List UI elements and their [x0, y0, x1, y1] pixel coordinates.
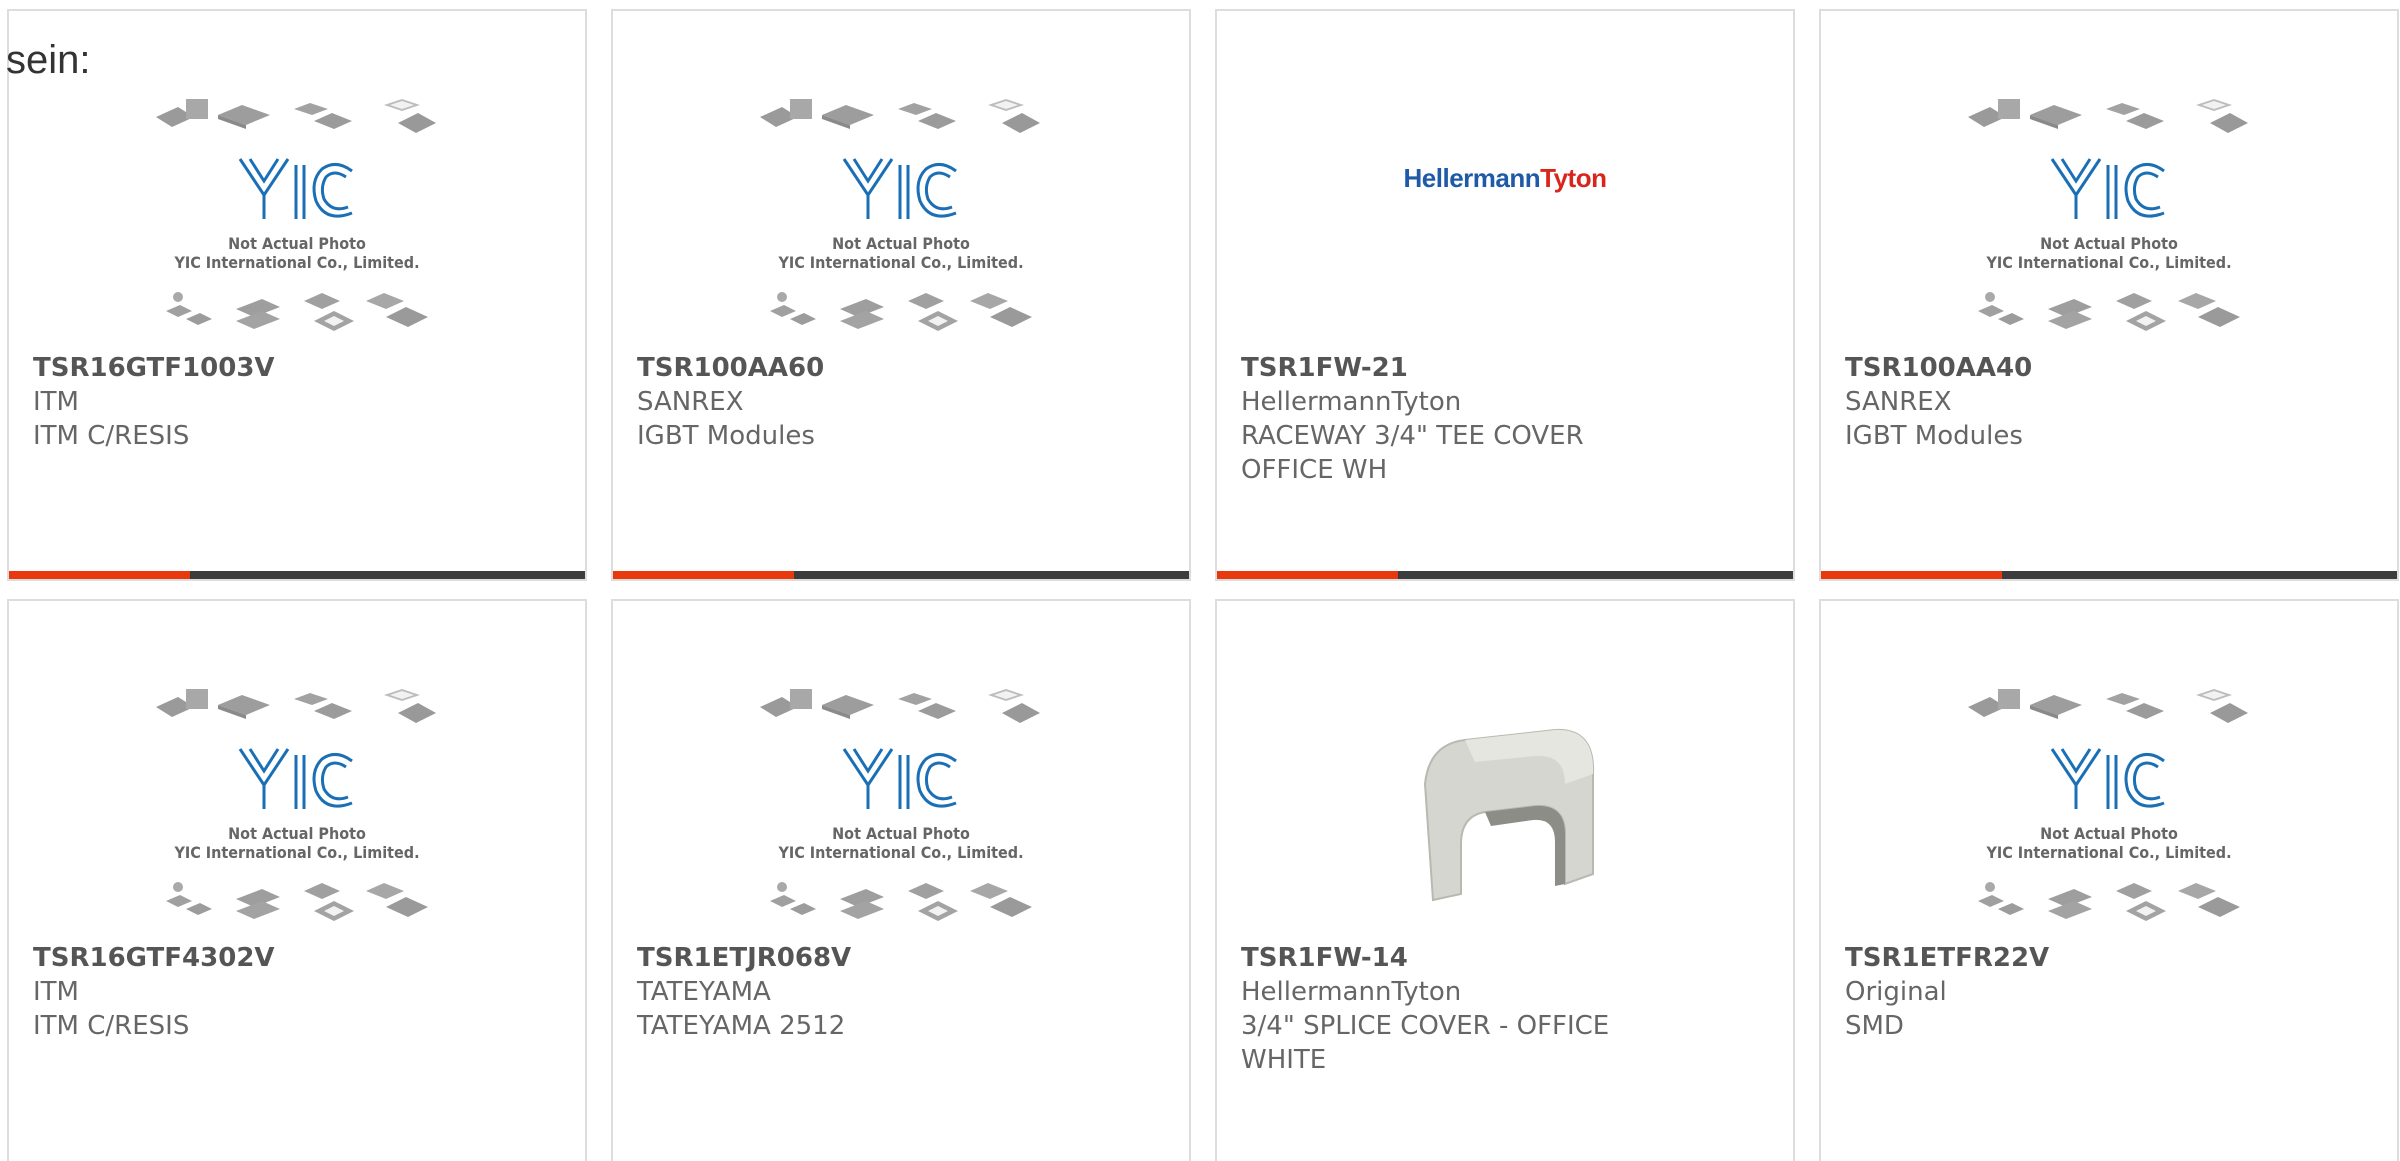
product-card-tsr1fw-21[interactable]: HellermannTyton TSR1FW-21 HellermannTyto…: [1215, 9, 1795, 581]
intro-text: sein:: [6, 38, 91, 82]
product-info: TSR100AA60 SANREX IGBT Modules: [637, 351, 1057, 453]
card-bar-accent: [613, 571, 795, 579]
splice-cover-icon: [1405, 714, 1605, 914]
svg-text:YIC International Co., Limited: YIC International Co., Limited.: [1985, 253, 2231, 272]
product-image: Not Actual Photo YIC International Co., L…: [9, 679, 585, 949]
product-part-number[interactable]: TSR1ETJR068V: [637, 941, 1057, 975]
product-info: TSR1FW-14 HellermannTyton 3/4" SPLICE CO…: [1241, 941, 1661, 1077]
product-info: TSR1ETJR068V TATEYAMA TATEYAMA 2512: [637, 941, 1057, 1043]
svg-text:Not Actual Photo: Not Actual Photo: [228, 234, 366, 253]
svg-text:Not Actual Photo: Not Actual Photo: [2040, 824, 2178, 843]
product-manufacturer: HellermannTyton: [1241, 977, 1462, 1007]
product-description-line2: OFFICE WH: [1241, 455, 1388, 485]
product-description: ITM C/RESIS: [33, 421, 190, 451]
product-part-number[interactable]: TSR1ETFR22V: [1845, 941, 2265, 975]
yic-placeholder-icon: Not Actual PhotoYIC International Co., L…: [1968, 99, 2248, 331]
svg-text:YIC International Co., Limited: YIC International Co., Limited.: [173, 253, 419, 272]
product-part-number[interactable]: TSR16GTF4302V: [33, 941, 453, 975]
svg-text:YIC International Co., Limited: YIC International Co., Limited.: [777, 843, 1023, 862]
product-image: HellermannTyton: [1217, 89, 1793, 359]
card-bottom-bar: [1821, 571, 2397, 579]
product-manufacturer: Original: [1845, 977, 1947, 1007]
product-manufacturer: SANREX: [637, 387, 744, 417]
product-description: ITM C/RESIS: [33, 1011, 190, 1041]
product-description: SMD: [1845, 1011, 1904, 1041]
svg-text:Not Actual Photo: Not Actual Photo: [832, 824, 970, 843]
card-bar-accent: [9, 571, 191, 579]
hellermanntyton-logo-icon: HellermannTyton: [1403, 162, 1607, 193]
svg-text:Not Actual Photo: Not Actual Photo: [228, 824, 366, 843]
product-manufacturer: SANREX: [1845, 387, 1952, 417]
product-card-tsr16gtf1003v[interactable]: Not Actual Photo YIC International Co., L…: [7, 9, 587, 581]
product-card-tsr16gtf4302v[interactable]: Not Actual Photo YIC International Co., L…: [7, 599, 587, 1161]
product-card-tsr1etfr22v[interactable]: Not Actual Photo YIC International Co., L…: [1819, 599, 2399, 1161]
yic-placeholder-icon: Not Actual PhotoYIC International Co., L…: [156, 689, 436, 921]
product-card-tsr100aa40[interactable]: Not Actual Photo YIC International Co., L…: [1819, 9, 2399, 581]
yic-placeholder-icon: Not Actual PhotoYIC International Co., L…: [760, 99, 1040, 331]
card-bar-accent: [1217, 571, 1399, 579]
product-part-number[interactable]: TSR1FW-21: [1241, 351, 1661, 385]
product-manufacturer: ITM: [33, 387, 79, 417]
svg-text:YIC International Co., Limited: YIC International Co., Limited.: [777, 253, 1023, 272]
product-description: TATEYAMA 2512: [637, 1011, 846, 1041]
card-bottom-bar: [1217, 571, 1793, 579]
svg-text:Not Actual Photo: Not Actual Photo: [832, 234, 970, 253]
yic-placeholder-icon: Not Actual PhotoYIC International Co., L…: [156, 99, 436, 331]
product-image: Not Actual Photo YIC International Co., L…: [1821, 89, 2397, 359]
product-image: Not Actual Photo YIC International Co., L…: [613, 679, 1189, 949]
product-part-number[interactable]: TSR100AA40: [1845, 351, 2265, 385]
product-description-line2: WHITE: [1241, 1045, 1327, 1075]
product-info: TSR16GTF1003V ITM ITM C/RESIS: [33, 351, 453, 453]
product-description: IGBT Modules: [1845, 421, 2023, 451]
product-info: TSR1ETFR22V Original SMD: [1845, 941, 2265, 1043]
product-description: 3/4" SPLICE COVER - OFFICE: [1241, 1011, 1610, 1041]
product-image: Not Actual Photo YIC International Co., L…: [1821, 679, 2397, 949]
product-description: IGBT Modules: [637, 421, 815, 451]
svg-text:Not Actual Photo: Not Actual Photo: [2040, 234, 2178, 253]
product-manufacturer: TATEYAMA: [637, 977, 771, 1007]
product-manufacturer: HellermannTyton: [1241, 387, 1462, 417]
product-info: TSR1FW-21 HellermannTyton RACEWAY 3/4" T…: [1241, 351, 1661, 487]
svg-text:YIC International Co., Limited: YIC International Co., Limited.: [173, 843, 419, 862]
product-part-number[interactable]: TSR100AA60: [637, 351, 1057, 385]
product-manufacturer: ITM: [33, 977, 79, 1007]
product-part-number[interactable]: TSR16GTF1003V: [33, 351, 453, 385]
product-card-tsr100aa60[interactable]: Not Actual Photo YIC International Co., L…: [611, 9, 1191, 581]
product-description: RACEWAY 3/4" TEE COVER: [1241, 421, 1584, 451]
product-card-tsr1etjr068v[interactable]: Not Actual Photo YIC International Co., L…: [611, 599, 1191, 1161]
product-part-number[interactable]: TSR1FW-14: [1241, 941, 1661, 975]
product-image: Not Actual Photo YIC International Co., L…: [9, 89, 585, 359]
product-image: [1217, 679, 1793, 949]
product-card-tsr1fw-14[interactable]: TSR1FW-14 HellermannTyton 3/4" SPLICE CO…: [1215, 599, 1795, 1161]
product-info: TSR100AA40 SANREX IGBT Modules: [1845, 351, 2265, 453]
yic-placeholder-icon: Not Actual PhotoYIC International Co., L…: [760, 689, 1040, 921]
product-image: Not Actual Photo YIC International Co., L…: [613, 89, 1189, 359]
card-bottom-bar: [613, 571, 1189, 579]
card-bar-accent: [1821, 571, 2003, 579]
product-info: TSR16GTF4302V ITM ITM C/RESIS: [33, 941, 453, 1043]
card-bottom-bar: [9, 571, 585, 579]
svg-text:YIC International Co., Limited: YIC International Co., Limited.: [1985, 843, 2231, 862]
yic-placeholder-icon: Not Actual PhotoYIC International Co., L…: [1968, 689, 2248, 921]
